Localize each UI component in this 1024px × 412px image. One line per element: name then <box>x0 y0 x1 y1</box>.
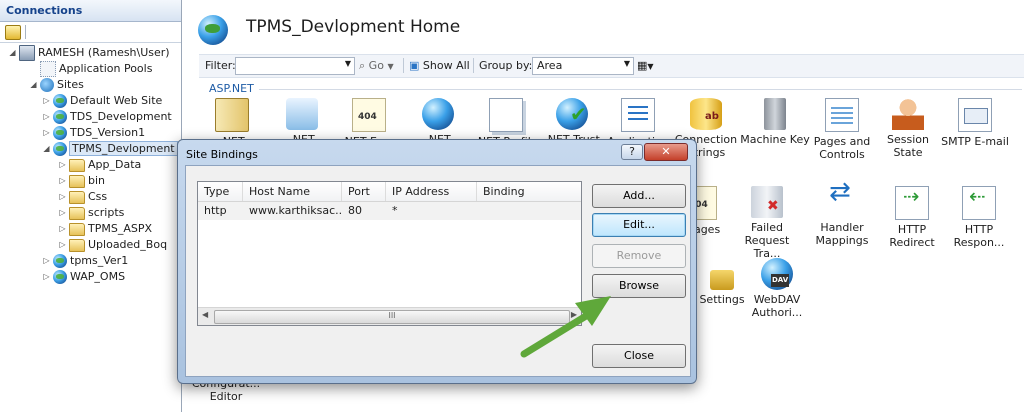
annotation-arrow-icon <box>520 296 611 358</box>
